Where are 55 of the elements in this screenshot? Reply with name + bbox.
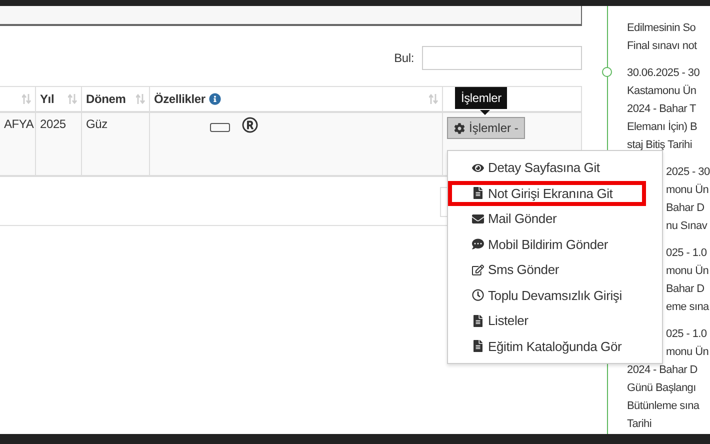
timeline-text: 2024 - Bahar T	[627, 102, 697, 117]
sort-icon[interactable]	[429, 94, 438, 104]
timeline-text: monu Ün	[666, 344, 710, 360]
tag-icon	[210, 123, 230, 132]
timeline-text: eme sına	[666, 300, 710, 315]
gear-icon	[454, 122, 465, 134]
column-title: Özellikler	[154, 92, 206, 106]
clock-icon	[472, 289, 484, 302]
menu-item[interactable]: Listeler	[448, 308, 646, 334]
menu-item[interactable]: Sms Gönder	[448, 257, 646, 282]
timeline-text: nu Sınav	[666, 219, 708, 234]
timeline-text: Final sınavı not	[627, 39, 698, 54]
tooltip: İşlemler	[455, 87, 508, 109]
document-icon	[472, 314, 484, 327]
speech-bubble-icon	[472, 238, 484, 250]
timeline-text: Bütünleme sına	[627, 399, 700, 414]
timeline-text: Bahar D	[666, 282, 706, 297]
sort-icon[interactable]	[22, 94, 31, 104]
menu-item[interactable]: Mobil Bildirim Gönder	[448, 232, 646, 257]
envelope-icon	[472, 212, 484, 225]
menu-item[interactable]: Toplu Devamsızlık Girişi	[448, 282, 646, 308]
timeline-text: monu Ün	[666, 182, 710, 198]
table-cell: AFYA	[0, 113, 36, 175]
timeline-text: Tarihi	[627, 417, 652, 432]
eye-icon	[472, 162, 484, 174]
edit-icon	[472, 264, 484, 276]
document-icon	[472, 187, 484, 200]
search-label: Bul:	[394, 51, 414, 65]
timeline-text: 2025 - 30	[666, 165, 710, 180]
timeline-text: 2024 - Bahar D	[627, 363, 698, 378]
menu-item[interactable]: Mail Gönder	[448, 206, 646, 232]
menu-item[interactable]: Not Girişi Ekranına Git	[448, 180, 646, 206]
timeline-text: staj Bitiş Tarihi	[627, 138, 693, 153]
actions-button[interactable]: İşlemler -	[447, 117, 526, 139]
document-icon	[472, 340, 484, 352]
timeline-text: 025 - 1.0	[666, 246, 708, 261]
timeline-text: Edilmesinin So	[627, 21, 697, 36]
table-cell: 2025	[36, 113, 82, 175]
column-title: Dönem	[86, 92, 126, 106]
sort-icon[interactable]	[68, 94, 77, 104]
timeline-text: 025 - 1.0	[666, 327, 708, 342]
timeline-text: 30.06.2025 - 30	[627, 66, 701, 81]
menu-item[interactable]: Eğitim Kataloğunda Gör	[448, 334, 646, 359]
timeline-text: Elemanı İçin) B	[627, 120, 698, 135]
sort-icon[interactable]	[136, 94, 145, 104]
timeline-text: Bahar D	[666, 201, 706, 216]
registered-icon	[242, 117, 258, 133]
tooltip-arrow	[480, 110, 490, 115]
menu-item[interactable]: Detay Sayfasına Git	[448, 155, 646, 180]
timeline-text: Kastamonu Ün	[627, 84, 698, 99]
timeline-text: monu Ün	[666, 264, 710, 279]
table-cell: Güz	[82, 113, 150, 175]
column-title: Yıl	[40, 92, 54, 106]
search-field[interactable]	[422, 46, 582, 70]
timeline-text: Günü Başlangı	[627, 381, 697, 396]
